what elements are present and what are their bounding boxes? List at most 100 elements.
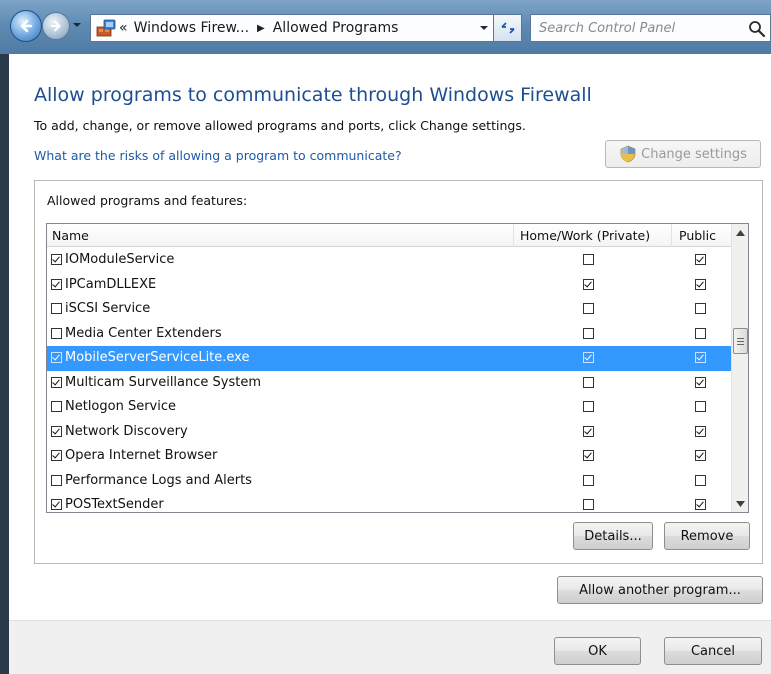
program-name-cell: Performance Logs and Alerts bbox=[51, 473, 252, 488]
public-checkbox[interactable] bbox=[695, 376, 706, 388]
private-checkbox[interactable] bbox=[583, 401, 594, 412]
public-checkbox[interactable] bbox=[695, 327, 706, 339]
enabled-checkbox[interactable] bbox=[51, 450, 62, 461]
change-settings-label: Change settings bbox=[641, 146, 747, 162]
program-name: Media Center Extenders bbox=[65, 325, 222, 341]
table-row[interactable]: Network Discovery bbox=[47, 420, 733, 445]
table-row[interactable]: Opera Internet Browser bbox=[47, 444, 733, 469]
column-header-private[interactable]: Home/Work (Private) bbox=[520, 228, 650, 243]
private-checkbox[interactable] bbox=[583, 376, 594, 388]
public-checkbox[interactable] bbox=[695, 499, 706, 510]
program-name: Opera Internet Browser bbox=[65, 448, 218, 463]
private-checkbox[interactable] bbox=[583, 352, 594, 363]
remove-label: Remove bbox=[680, 528, 734, 544]
breadcrumb-overflow[interactable]: « bbox=[119, 20, 128, 36]
table-row[interactable]: Multicam Surveillance System bbox=[47, 371, 733, 396]
ok-button[interactable]: OK bbox=[554, 637, 641, 665]
change-settings-button[interactable]: Change settings bbox=[605, 140, 761, 168]
back-button[interactable] bbox=[10, 10, 42, 42]
program-name-cell: Multicam Surveillance System bbox=[51, 375, 261, 390]
back-arrow-icon bbox=[20, 19, 33, 33]
scroll-up-button[interactable] bbox=[732, 224, 748, 241]
enabled-checkbox[interactable] bbox=[51, 352, 62, 363]
allow-another-program-label: Allow another program... bbox=[579, 582, 741, 598]
table-row[interactable]: MobileServerServiceLite.exe bbox=[47, 346, 733, 371]
public-checkbox[interactable] bbox=[695, 303, 706, 314]
enabled-checkbox[interactable] bbox=[51, 474, 62, 486]
grip-icon bbox=[737, 337, 744, 345]
private-checkbox[interactable] bbox=[583, 450, 594, 461]
recent-pages-dropdown-icon[interactable] bbox=[72, 20, 82, 30]
table-row[interactable]: IPCamDLLEXE bbox=[47, 273, 733, 298]
enabled-checkbox[interactable] bbox=[51, 254, 62, 265]
allowed-programs-group: Allowed programs and features: Name Home… bbox=[34, 180, 763, 564]
program-name: Netlogon Service bbox=[65, 399, 177, 414]
table-row[interactable]: iSCSI Service bbox=[47, 297, 733, 322]
program-name-cell: Network Discovery bbox=[51, 424, 188, 439]
public-checkbox[interactable] bbox=[695, 450, 706, 461]
details-button[interactable]: Details... bbox=[573, 522, 653, 550]
enabled-checkbox[interactable] bbox=[51, 401, 62, 412]
column-divider[interactable] bbox=[671, 224, 672, 247]
table-row[interactable]: Netlogon Service bbox=[47, 395, 733, 420]
column-header-name[interactable]: Name bbox=[52, 228, 89, 243]
public-checkbox[interactable] bbox=[695, 352, 706, 363]
table-row[interactable]: Performance Logs and Alerts bbox=[47, 469, 733, 494]
enabled-checkbox[interactable] bbox=[51, 499, 62, 510]
search-input[interactable] bbox=[531, 20, 731, 36]
public-checkbox[interactable] bbox=[695, 425, 706, 437]
private-checkbox[interactable] bbox=[583, 327, 594, 339]
allow-another-program-button[interactable]: Allow another program... bbox=[557, 576, 763, 604]
explorer-toolbar: « Windows Firew... ▶ Allowed Programs bbox=[0, 0, 771, 54]
risks-help-link[interactable]: What are the risks of allowing a program… bbox=[34, 148, 402, 163]
address-bar[interactable]: « Windows Firew... ▶ Allowed Programs bbox=[90, 14, 494, 42]
scroll-thumb[interactable] bbox=[733, 328, 748, 354]
address-dropdown-icon[interactable] bbox=[479, 23, 489, 33]
public-checkbox[interactable] bbox=[695, 474, 706, 486]
cancel-button[interactable]: Cancel bbox=[664, 637, 762, 665]
scroll-down-button[interactable] bbox=[732, 495, 748, 512]
private-checkbox[interactable] bbox=[583, 303, 594, 314]
forward-arrow-icon bbox=[50, 20, 61, 32]
allowed-programs-label: Allowed programs and features: bbox=[47, 193, 248, 208]
private-checkbox[interactable] bbox=[583, 254, 594, 265]
public-checkbox[interactable] bbox=[695, 278, 706, 290]
breadcrumb-windows-firewall[interactable]: Windows Firew... bbox=[134, 20, 249, 36]
public-checkbox[interactable] bbox=[695, 254, 706, 265]
remove-button[interactable]: Remove bbox=[664, 522, 750, 550]
column-header-public[interactable]: Public bbox=[679, 228, 716, 243]
search-box[interactable] bbox=[530, 14, 771, 42]
table-row[interactable]: IOModuleService bbox=[47, 248, 733, 273]
list-scrollbar[interactable] bbox=[731, 224, 748, 512]
enabled-checkbox[interactable] bbox=[51, 327, 62, 339]
program-name-cell: Netlogon Service bbox=[51, 399, 176, 414]
refresh-button[interactable] bbox=[494, 14, 522, 42]
private-checkbox[interactable] bbox=[583, 499, 594, 510]
details-label: Details... bbox=[584, 528, 642, 544]
enabled-checkbox[interactable] bbox=[51, 376, 62, 388]
table-row[interactable]: Media Center Extenders bbox=[47, 322, 733, 347]
enabled-checkbox[interactable] bbox=[51, 425, 62, 437]
program-name: IPCamDLLEXE bbox=[65, 276, 157, 292]
breadcrumb-separator-icon[interactable]: ▶ bbox=[257, 23, 265, 34]
column-divider[interactable] bbox=[513, 224, 514, 247]
private-checkbox[interactable] bbox=[583, 425, 594, 437]
forward-button[interactable] bbox=[42, 12, 70, 40]
allowed-programs-list[interactable]: Name Home/Work (Private) Public IOModule… bbox=[46, 223, 749, 513]
list-rows: IOModuleService IPCamDLLEXE iSCSI Service M… bbox=[47, 248, 733, 512]
scroll-up-icon bbox=[736, 229, 745, 236]
table-row[interactable]: POSTextSender bbox=[47, 493, 733, 512]
search-icon[interactable] bbox=[748, 20, 766, 38]
dialog-footer: OK Cancel bbox=[9, 620, 771, 674]
program-name-cell: IPCamDLLEXE bbox=[51, 277, 156, 292]
enabled-checkbox[interactable] bbox=[51, 303, 62, 314]
program-name: iSCSI Service bbox=[65, 301, 151, 316]
program-name: Performance Logs and Alerts bbox=[65, 472, 252, 488]
private-checkbox[interactable] bbox=[583, 474, 594, 486]
public-checkbox[interactable] bbox=[695, 401, 706, 412]
breadcrumb-allowed-programs[interactable]: Allowed Programs bbox=[273, 20, 399, 36]
enabled-checkbox[interactable] bbox=[51, 278, 62, 290]
uac-shield-icon bbox=[620, 145, 636, 163]
private-checkbox[interactable] bbox=[583, 278, 594, 290]
main-content: Allow programs to communicate through Wi… bbox=[9, 54, 771, 620]
